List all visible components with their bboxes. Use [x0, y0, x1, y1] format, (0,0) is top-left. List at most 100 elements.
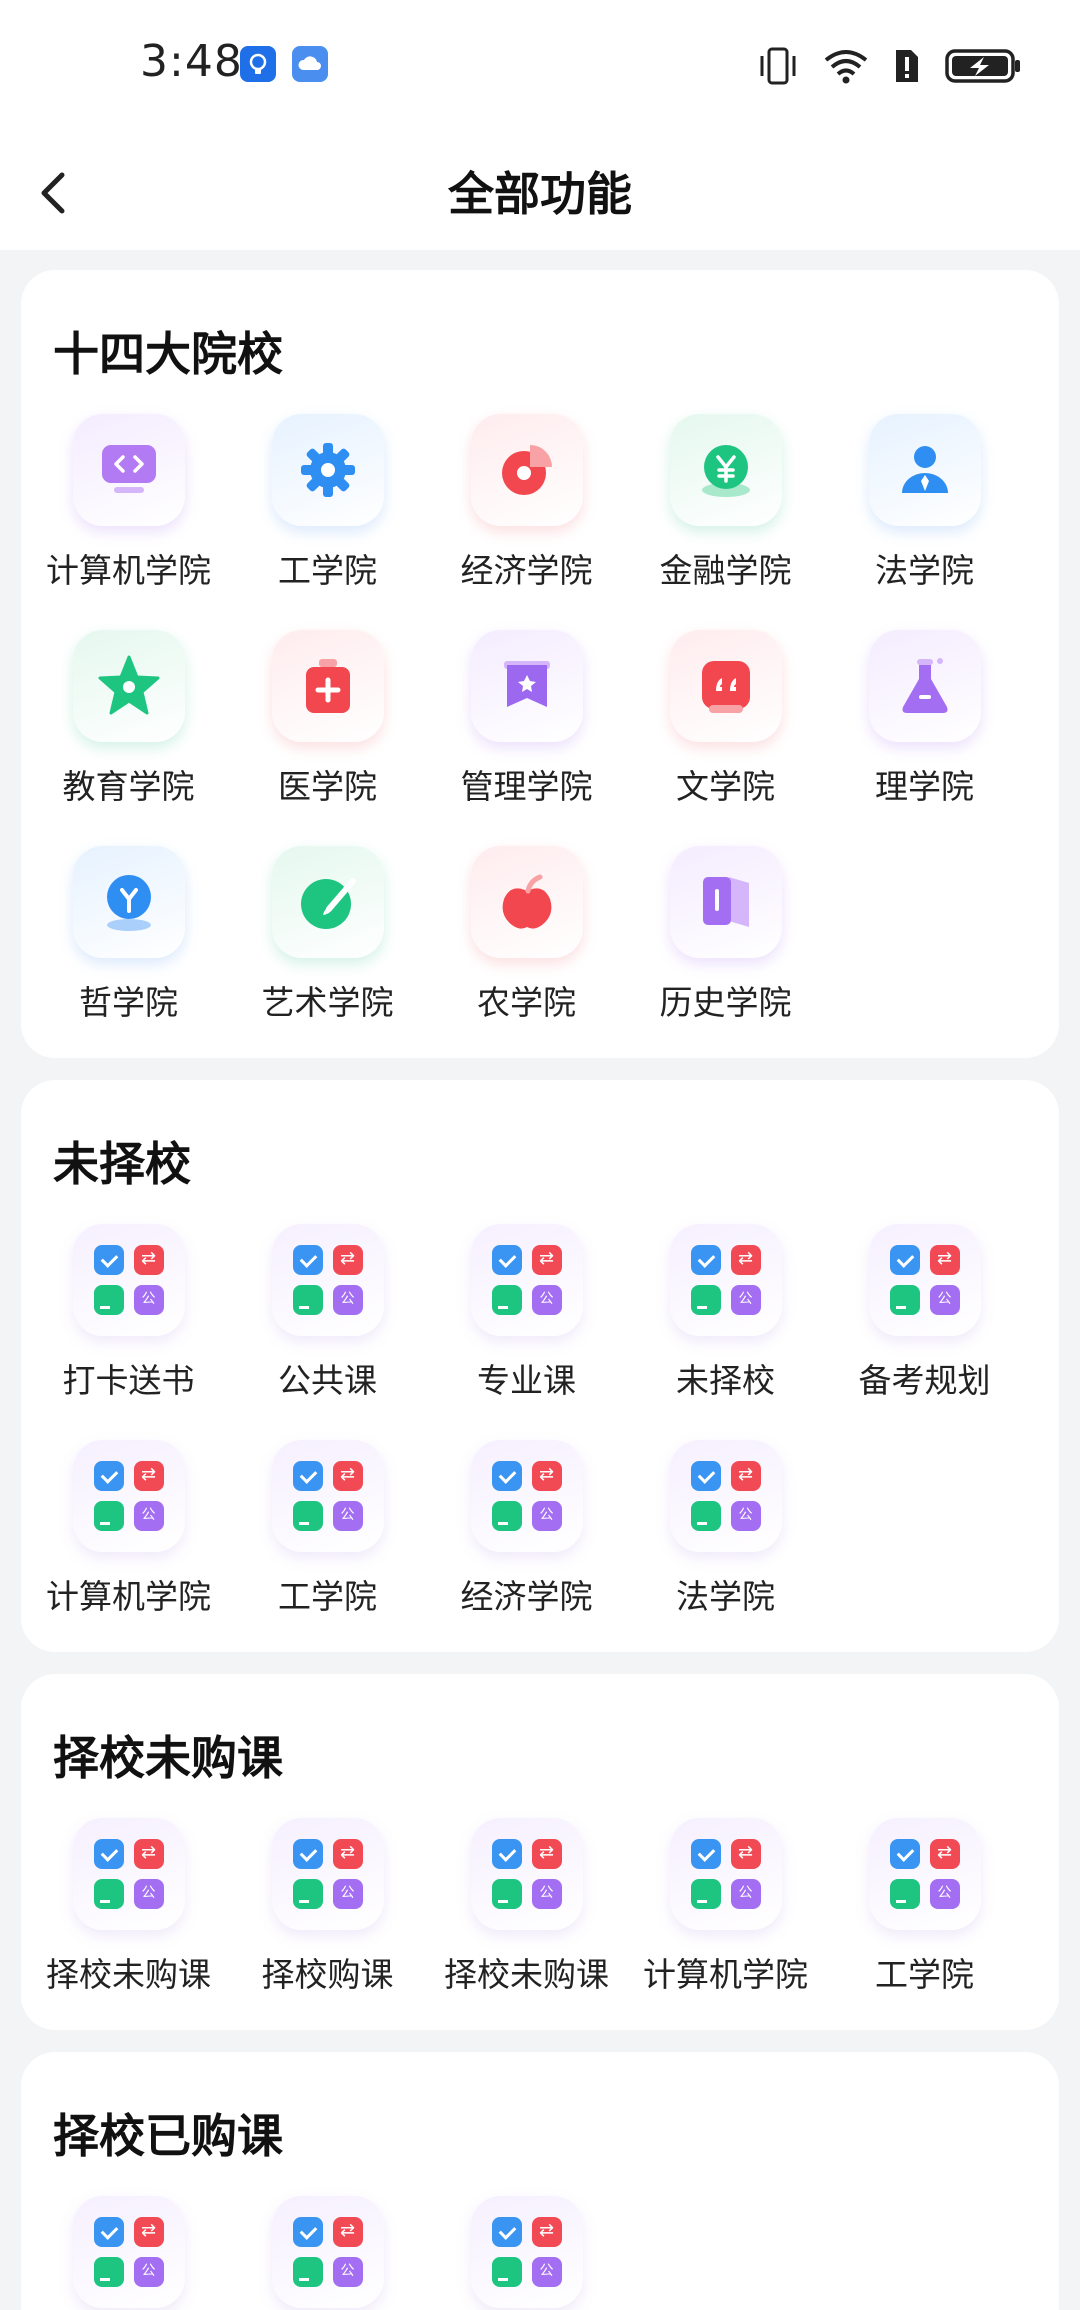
app-header: 全部功能 [0, 130, 1080, 250]
app-grid-icon [669, 1818, 782, 1930]
item-label: 工学院 [278, 551, 377, 590]
item-label: 计算机学院 [46, 1577, 211, 1616]
item-label: 管理学院 [460, 767, 593, 806]
item-label: 打卡送书 [62, 1361, 195, 1400]
item-label: 金融学院 [659, 551, 792, 590]
computer-code-icon [72, 414, 185, 526]
grid-item[interactable] [228, 2194, 427, 2310]
app-grid-icon [271, 1440, 384, 1552]
section-title: 未择校 [53, 1137, 191, 1191]
wifi-icon [824, 50, 868, 84]
app-grid-icon [868, 1224, 981, 1336]
grid-item[interactable]: 专业课 [427, 1222, 626, 1438]
college-item-law[interactable]: 法学院 [825, 412, 1024, 628]
item-label: 医学院 [278, 767, 377, 806]
grid-item[interactable]: 工学院 [228, 1438, 427, 1654]
item-label: 公共课 [278, 1361, 377, 1400]
app-grid-icon [271, 1224, 384, 1336]
item-label: 历史学院 [659, 983, 792, 1022]
college-item-management[interactable]: 管理学院 [427, 628, 626, 844]
grid-item[interactable]: 备考规划 [825, 1222, 1024, 1438]
college-item-science[interactable]: 理学院 [825, 628, 1024, 844]
section-title: 择校已购课 [53, 2109, 283, 2163]
item-label: 择校未购课 [46, 1955, 211, 1994]
college-item-arts[interactable]: 艺术学院 [228, 844, 427, 1060]
colleges-grid: 计算机学院 工学院 经济学院 金融学院 法学院 教育学院 医学院 管理学院 文学… [29, 412, 1029, 1060]
grid-item[interactable]: 经济学院 [427, 1438, 626, 1654]
section-selected-not-purchased: 择校未购课 择校未购课 择校购课 择校未购课 计算机学院 工学院 [21, 1674, 1059, 2030]
college-item-education[interactable]: 教育学院 [29, 628, 228, 844]
app-grid-icon [470, 1224, 583, 1336]
not-purchased-grid: 择校未购课 择校购课 择校未购课 计算机学院 工学院 [29, 1816, 1029, 2032]
grid-item[interactable]: 计算机学院 [29, 1438, 228, 1654]
college-item-medicine[interactable]: 医学院 [228, 628, 427, 844]
cloud-notification-icon [292, 46, 328, 82]
college-item-engineering[interactable]: 工学院 [228, 412, 427, 628]
grid-item[interactable] [427, 2194, 626, 2310]
app-grid-icon [271, 1818, 384, 1930]
pie-chart-icon [470, 414, 583, 526]
college-item-philosophy[interactable]: 哲学院 [29, 844, 228, 1060]
grid-item[interactable]: 未择校 [626, 1222, 825, 1438]
quote-icon [669, 630, 782, 742]
lightbulb-icon [72, 846, 185, 958]
grid-item[interactable]: 公共课 [228, 1222, 427, 1438]
app-grid-icon [868, 1818, 981, 1930]
palette-icon [271, 846, 384, 958]
app-grid-icon [72, 2196, 185, 2308]
section-unselected-school: 未择校 打卡送书 公共课 专业课 未择校 备考规划 计算机学院 工学院 经济学院… [21, 1080, 1059, 1652]
grid-item[interactable]: 择校未购课 [427, 1816, 626, 2032]
item-label: 农学院 [477, 983, 576, 1022]
battery-charging-icon [945, 49, 1020, 83]
person-icon [868, 414, 981, 526]
item-label: 经济学院 [460, 551, 593, 590]
app-grid-icon [271, 2196, 384, 2308]
section-title: 择校未购课 [53, 1731, 283, 1785]
app-grid-icon [72, 1440, 185, 1552]
college-item-agriculture[interactable]: 农学院 [427, 844, 626, 1060]
item-label: 备考规划 [858, 1361, 991, 1400]
grid-item[interactable]: 计算机学院 [626, 1816, 825, 2032]
app-grid-icon [470, 1818, 583, 1930]
item-label: 工学院 [875, 1955, 974, 1994]
gear-icon [271, 414, 384, 526]
item-label: 经济学院 [460, 1577, 593, 1616]
grid-item[interactable]: 法学院 [626, 1438, 825, 1654]
app-grid-icon [72, 1818, 185, 1930]
item-label: 计算机学院 [46, 551, 211, 590]
section-selected-purchased: 择校已购课 [21, 2052, 1059, 2310]
status-bar: 3:48 [0, 0, 1080, 130]
grid-item[interactable]: 打卡送书 [29, 1222, 228, 1438]
yuan-coin-icon [669, 414, 782, 526]
app-grid-icon [669, 1440, 782, 1552]
section-title: 十四大院校 [53, 327, 283, 381]
app-grid-icon [470, 2196, 583, 2308]
sim-alert-icon [896, 50, 918, 82]
item-label: 未择校 [676, 1361, 775, 1400]
app-grid-icon [72, 1224, 185, 1336]
college-item-history[interactable]: 历史学院 [626, 844, 825, 1060]
college-item-literature[interactable]: 文学院 [626, 628, 825, 844]
status-icons [756, 44, 1022, 88]
grid-item[interactable]: 择校购课 [228, 1816, 427, 2032]
status-time: 3:48 [140, 36, 243, 87]
grid-item[interactable]: 工学院 [825, 1816, 1024, 2032]
item-label: 艺术学院 [261, 983, 394, 1022]
purchased-grid [29, 2194, 1029, 2310]
item-label: 哲学院 [79, 983, 178, 1022]
medical-kit-icon [271, 630, 384, 742]
item-label: 工学院 [278, 1577, 377, 1616]
item-label: 法学院 [875, 551, 974, 590]
flask-icon [868, 630, 981, 742]
banner-star-icon [470, 630, 583, 742]
college-item-computer[interactable]: 计算机学院 [29, 412, 228, 628]
grid-item[interactable]: 择校未购课 [29, 1816, 228, 2032]
college-item-economics[interactable]: 经济学院 [427, 412, 626, 628]
item-label: 法学院 [676, 1577, 775, 1616]
college-item-finance[interactable]: 金融学院 [626, 412, 825, 628]
vibrate-icon [760, 47, 796, 85]
grid-item[interactable] [29, 2194, 228, 2310]
item-label: 文学院 [676, 767, 775, 806]
section-colleges: 十四大院校 计算机学院 工学院 经济学院 金融学院 法学院 教育学院 医学院 管… [21, 270, 1059, 1058]
bulb-notification-icon [240, 46, 276, 82]
